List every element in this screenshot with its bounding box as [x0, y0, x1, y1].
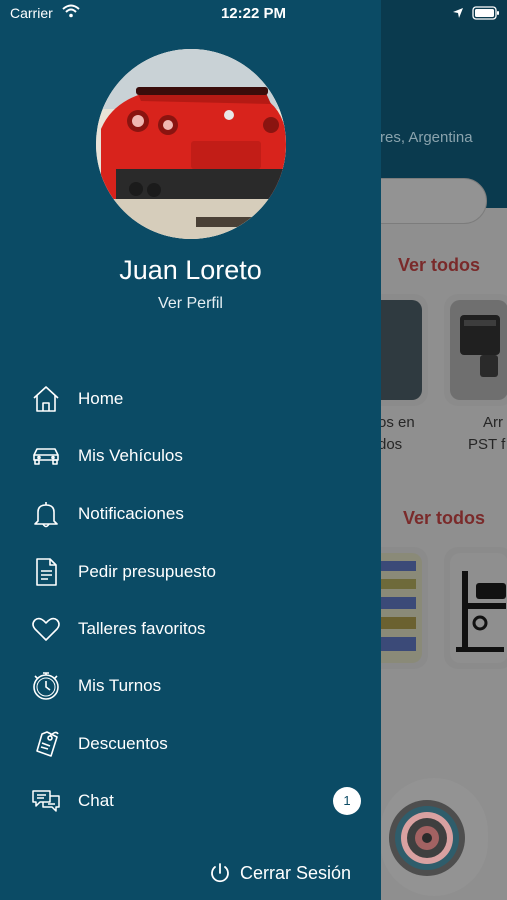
menu-item-appointments[interactable]: Mis Turnos: [0, 661, 381, 711]
background-card-caption: dos: [378, 436, 403, 453]
document-icon: [30, 556, 62, 588]
menu-label-request-quote: Pedir presupuesto: [78, 562, 216, 581]
menu-label-chat: Chat: [78, 791, 114, 810]
menu-item-discounts[interactable]: Descuentos: [0, 719, 381, 769]
power-icon: [208, 861, 232, 885]
car-lift-icon: [456, 571, 506, 652]
background-card-caption: Arr: [483, 414, 503, 431]
heart-icon: [30, 613, 62, 645]
clock-label: 12:22 PM: [220, 5, 287, 22]
tag-icon: [30, 728, 62, 760]
location-arrow-icon: [452, 6, 464, 24]
device-image: [460, 315, 500, 377]
menu-item-request-quote[interactable]: Pedir presupuesto: [0, 547, 381, 597]
chat-icon: [30, 785, 62, 817]
user-name: Juan Loreto: [119, 255, 262, 285]
menu-label-discounts: Descuentos: [78, 734, 168, 753]
side-drawer: Juan Loreto Ver Perfil Home Mis Vehículo…: [0, 0, 381, 900]
battery-icon: [472, 6, 500, 25]
avatar[interactable]: [96, 49, 286, 239]
background-location-text: res, Argentina: [380, 129, 473, 146]
logout-button[interactable]: Cerrar Sesión: [208, 859, 351, 887]
bell-icon: [30, 498, 62, 530]
background-card-caption: os en: [378, 414, 415, 431]
menu-item-vehicles[interactable]: Mis Vehículos: [0, 431, 381, 481]
background-product-image: [450, 300, 507, 400]
menu-item-home[interactable]: Home: [0, 374, 381, 424]
stopwatch-icon: [30, 670, 62, 702]
menu-item-notifications[interactable]: Notificaciones: [0, 489, 381, 539]
background-shop-card: [444, 547, 507, 669]
background-product-card: [444, 294, 507, 406]
menu-label-favorite-shops: Talleres favoritos: [78, 619, 206, 638]
background-card-caption: PST f: [468, 436, 506, 453]
background-see-all-link: Ver todos: [398, 255, 481, 275]
status-bar: Carrier 12:22 PM: [0, 0, 507, 28]
view-profile-link[interactable]: Ver Perfil: [0, 295, 381, 313]
menu-item-chat[interactable]: Chat 1: [0, 776, 381, 826]
menu-label-appointments: Mis Turnos: [78, 676, 162, 695]
menu-label-vehicles: Mis Vehículos: [78, 446, 183, 465]
chat-unread-badge: 1: [333, 787, 361, 815]
menu-item-favorite-shops[interactable]: Talleres favoritos: [0, 604, 381, 654]
menu-label-notifications: Notificaciones: [78, 504, 184, 523]
home-icon: [30, 383, 62, 415]
background-fab-button: [389, 800, 465, 876]
car-photo: [96, 49, 286, 239]
background-see-all-link: Ver todos: [403, 508, 486, 528]
menu-label-home: Home: [78, 389, 124, 408]
target-icon: [395, 806, 459, 870]
car-icon: [30, 440, 62, 472]
logout-label: Cerrar Sesión: [240, 862, 352, 883]
background-shop-image: [450, 553, 507, 663]
